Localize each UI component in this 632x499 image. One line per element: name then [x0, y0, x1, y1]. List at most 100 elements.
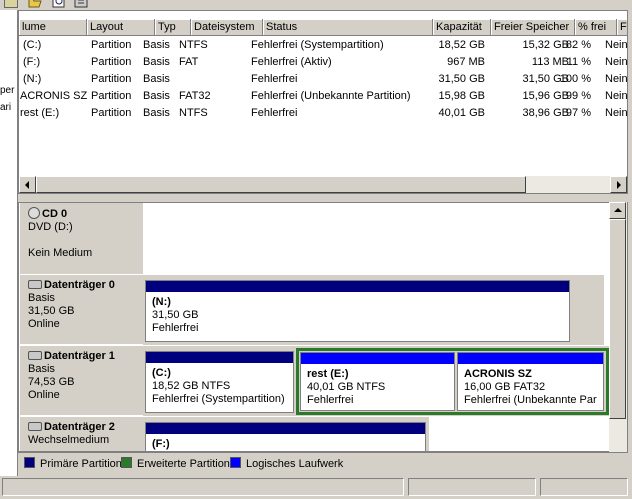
disk-type: Basis	[28, 292, 55, 304]
table-row[interactable]: rest (E:) Partition Basis NTFS Fehlerfre…	[19, 105, 627, 122]
col-header-fault[interactable]: Fehl	[617, 19, 627, 36]
col-header-type[interactable]: Typ	[155, 19, 191, 36]
settings-icon[interactable]	[74, 0, 88, 8]
cell-filesystem: FAT	[179, 56, 199, 68]
vertical-scrollbar[interactable]	[609, 202, 627, 452]
partition-size: 16,00 GB FAT32	[464, 381, 546, 393]
cell-status: Fehlerfrei (Aktiv)	[251, 56, 332, 68]
partition-name: (C:)	[152, 367, 171, 379]
tree-item[interactable]: ari	[0, 102, 11, 113]
scroll-up-button[interactable]	[609, 202, 626, 219]
cell-volume: (F:)	[23, 56, 41, 68]
table-row[interactable]: (F:) Partition Basis FAT Fehlerfrei (Akt…	[19, 54, 628, 71]
cell-fault: Nein	[605, 73, 628, 85]
partition-size: 31,50 GB	[152, 309, 199, 321]
cell-filesystem: NTFS	[179, 39, 208, 51]
hard-disk-icon	[28, 351, 42, 360]
disk-label-disk0[interactable]: Datenträger 0 Basis 31,50 GB Online	[20, 275, 143, 345]
window-icon[interactable]	[4, 0, 18, 8]
toolbar	[0, 0, 632, 10]
volume-list[interactable]: lume Layout Typ Dateisystem Status Kapaz…	[18, 10, 628, 194]
partition-status: Fehlerfrei (Unbekannte Par	[464, 394, 597, 406]
partition-name: ACRONIS SZ	[464, 368, 532, 380]
partition-n[interactable]: (N:) 31,50 GB Fehlerfrei	[145, 280, 570, 342]
disk-name: Datenträger 2	[44, 421, 115, 433]
disk-name: CD 0	[42, 208, 68, 220]
disk-graphical-view[interactable]: CD 0 DVD (D:) Kein Medium Datenträger 0 …	[18, 202, 628, 452]
col-header-filesystem[interactable]: Dateisystem	[191, 19, 263, 36]
col-header-layout[interactable]: Layout	[87, 19, 155, 36]
partition-bar	[458, 353, 603, 364]
partition-bar	[146, 352, 293, 363]
primary-swatch-icon	[24, 457, 35, 468]
cell-fault: Nein	[605, 56, 628, 68]
removable-disk-icon	[28, 422, 42, 431]
cell-fault: Nein	[605, 90, 628, 102]
partition-bar	[301, 353, 454, 364]
cell-volume: (C:)	[23, 39, 42, 51]
open-folder-icon[interactable]	[28, 0, 42, 8]
cell-percent-free: 11 %	[566, 56, 591, 68]
scroll-left-button[interactable]	[19, 176, 36, 193]
disk-name: Datenträger 0	[44, 279, 115, 291]
cell-volume: (N:)	[23, 73, 42, 85]
cell-volume: rest (E:)	[20, 107, 60, 119]
disk-label-disk2[interactable]: Datenträger 2 Wechselmedium	[20, 417, 143, 451]
status-panel	[2, 478, 404, 496]
extended-swatch-icon	[121, 457, 132, 468]
disk-line: DVD (D:)	[28, 221, 73, 233]
partition-name: rest (E:)	[307, 368, 349, 380]
cell-status: Fehlerfrei (Unbekannte Partition)	[251, 90, 411, 102]
cell-status: Fehlerfrei (Systempartition)	[251, 39, 384, 51]
partition-size: 18,52 GB NTFS	[152, 380, 231, 392]
disk-line: Kein Medium	[28, 247, 93, 259]
pane-splitter[interactable]	[18, 194, 632, 202]
table-row[interactable]: (C:) Partition Basis NTFS Fehlerfrei (Sy…	[19, 37, 628, 54]
scroll-right-button[interactable]	[610, 176, 627, 193]
list-header: lume Layout Typ Dateisystem Status Kapaz…	[19, 19, 627, 36]
console-tree[interactable]: per ari	[0, 10, 18, 480]
legend-item-logical: Logisches Laufwerk	[230, 457, 343, 470]
status-bar	[0, 476, 632, 499]
disk-type: Wechselmedium	[28, 434, 110, 446]
disk-state: Online	[28, 318, 60, 330]
cell-volume: ACRONIS SZ	[20, 90, 87, 102]
tree-item[interactable]: per	[0, 85, 14, 96]
cell-type: Basis	[143, 90, 170, 102]
scroll-thumb[interactable]	[609, 219, 626, 419]
partition-f[interactable]: (F:)	[145, 422, 426, 451]
horizontal-scrollbar[interactable]	[19, 176, 627, 193]
col-header-percent-free[interactable]: % frei	[575, 19, 617, 36]
partition-status: Fehlerfrei (Systempartition)	[152, 393, 285, 405]
cell-percent-free: 82 %	[565, 39, 591, 51]
col-header-capacity[interactable]: Kapazität	[433, 19, 491, 36]
partition-acronis[interactable]: ACRONIS SZ 16,00 GB FAT32 Fehlerfrei (Un…	[457, 352, 604, 411]
cell-filesystem: FAT32	[179, 90, 211, 102]
cell-filesystem: NTFS	[179, 107, 208, 119]
partition-status: Fehlerfrei	[152, 322, 199, 334]
table-row[interactable]: ACRONIS SZ Partition Basis FAT32 Fehlerf…	[19, 88, 628, 105]
cell-status: Fehlerfrei	[251, 107, 298, 119]
col-header-free-space[interactable]: Freier Speicher	[491, 19, 575, 36]
disk-label-disk1[interactable]: Datenträger 1 Basis 74,53 GB Online	[20, 346, 143, 416]
col-header-volume[interactable]: lume	[19, 19, 87, 36]
col-header-status[interactable]: Status	[263, 19, 433, 36]
scroll-thumb[interactable]	[36, 176, 526, 193]
logical-swatch-icon	[230, 457, 241, 468]
cell-type: Basis	[143, 56, 170, 68]
cell-fault: Nein	[605, 39, 628, 51]
disk-label-cd0[interactable]: CD 0 DVD (D:) Kein Medium	[20, 203, 143, 275]
properties-icon[interactable]	[52, 0, 66, 8]
cell-type: Basis	[143, 107, 170, 119]
status-panel	[540, 478, 628, 496]
legend-item-extended: Erweiterte Partition	[121, 457, 230, 470]
cell-percent-free: 97 %	[565, 107, 591, 119]
cell-percent-free: 100 %	[559, 73, 591, 85]
disk-name: Datenträger 1	[44, 350, 115, 362]
disk-state: Online	[28, 389, 60, 401]
cell-filesystem	[175, 71, 247, 88]
table-row[interactable]: (N:) Partition Basis Fehlerfrei 31,50 GB…	[19, 71, 628, 88]
partition-c[interactable]: (C:) 18,52 GB NTFS Fehlerfrei (Systempar…	[145, 351, 294, 413]
partition-e[interactable]: rest (E:) 40,01 GB NTFS Fehlerfrei	[300, 352, 455, 411]
cd-drive-icon	[28, 207, 40, 219]
